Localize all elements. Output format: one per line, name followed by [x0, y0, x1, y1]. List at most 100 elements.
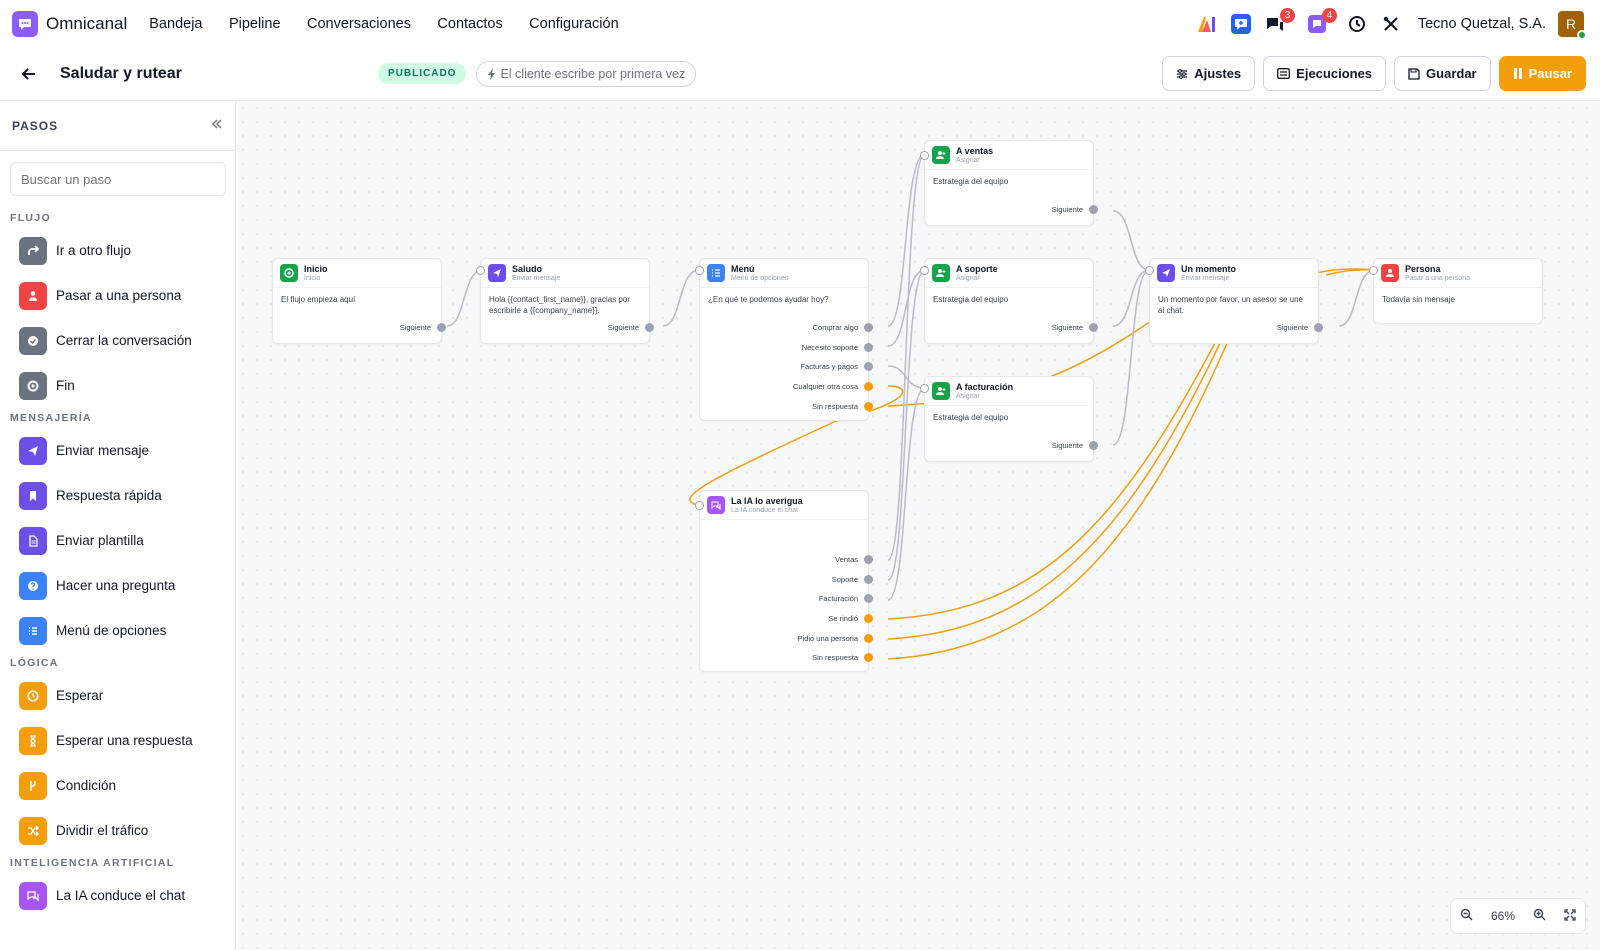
- output-handle[interactable]: [864, 614, 873, 623]
- tools-icon[interactable]: [1380, 13, 1402, 35]
- output-handle[interactable]: [864, 594, 873, 603]
- fit-view-icon[interactable]: [1564, 908, 1576, 924]
- step-item-redirect[interactable]: Ir a otro flujo: [0, 228, 235, 273]
- avatar[interactable]: R: [1558, 10, 1587, 40]
- output-handle[interactable]: [864, 634, 873, 643]
- output-label: Sin respuesta: [812, 402, 858, 411]
- node-a-facturacion[interactable]: A facturación Asignar Estrategia del equi…: [920, 376, 1098, 462]
- trigger-pill[interactable]: El cliente escribe por primera vez: [476, 60, 697, 87]
- output-handle[interactable]: [864, 382, 873, 391]
- step-item-document[interactable]: Enviar plantilla: [0, 518, 235, 563]
- node-subtitle: Enviar mensaje: [1181, 274, 1230, 282]
- step-item-list[interactable]: Menú de opciones: [0, 608, 235, 653]
- step-item-label: Esperar una respuesta: [56, 733, 193, 748]
- step-item-label: Enviar mensaje: [56, 443, 150, 458]
- pause-button[interactable]: Pausar: [1498, 56, 1586, 91]
- nav-contactos[interactable]: Contactos: [437, 16, 502, 32]
- step-item-person[interactable]: Pasar a una persona: [0, 273, 235, 318]
- input-handle[interactable]: [695, 501, 704, 510]
- node-persona[interactable]: Persona Pasar a una persona Todavía sin m…: [1369, 258, 1543, 324]
- input-handle[interactable]: [920, 384, 929, 393]
- output-handle[interactable]: [864, 653, 873, 662]
- app-name: Omnicanal: [46, 13, 128, 33]
- zoom-level: 66%: [1490, 909, 1515, 923]
- node-body: Estrategia del equipo: [933, 177, 1009, 186]
- output-handle[interactable]: [864, 323, 873, 332]
- input-handle[interactable]: [476, 266, 485, 275]
- step-item-label: Hacer una pregunta: [56, 578, 176, 593]
- step-item-check-circle[interactable]: Cerrar la conversación: [0, 318, 235, 363]
- output-handle[interactable]: [437, 323, 446, 332]
- step-search-input[interactable]: [10, 162, 226, 196]
- step-item-clock[interactable]: Esperar: [0, 673, 235, 718]
- step-item-stop[interactable]: Fin: [0, 363, 235, 408]
- pause-label: Pausar: [1528, 66, 1572, 81]
- input-handle[interactable]: [1369, 266, 1378, 275]
- notifications-icon[interactable]: 4: [1306, 7, 1337, 35]
- step-item-bookmark[interactable]: Respuesta rápida: [0, 473, 235, 518]
- edge: [446, 269, 484, 327]
- flow-canvas[interactable]: Inicio Inicio El flujo empieza aquí Sigui…: [236, 101, 1600, 950]
- node-inicio[interactable]: Inicio Inicio El flujo empieza aquí Sigui…: [272, 258, 446, 344]
- ai-logo-icon[interactable]: [1196, 13, 1218, 35]
- collapse-sidebar-icon[interactable]: [211, 117, 223, 135]
- node-menu[interactable]: Menú Menú de opciones ¿En qué te podemos …: [695, 258, 873, 421]
- step-item-label: Fin: [56, 378, 75, 393]
- back-arrow-icon[interactable]: [18, 63, 40, 85]
- nav-bandeja[interactable]: Bandeja: [149, 16, 202, 32]
- history-clock-icon[interactable]: [1346, 13, 1368, 35]
- node-title: Inicio: [304, 263, 328, 274]
- zoom-out-icon[interactable]: [1460, 908, 1473, 924]
- node-un-momento[interactable]: Un momento Enviar mensaje Un momento por …: [1145, 258, 1323, 344]
- output-handle[interactable]: [864, 362, 873, 371]
- output-label: Se rindió: [828, 614, 858, 623]
- output-handle[interactable]: [1089, 323, 1098, 332]
- node-header: A facturación Asignar: [925, 377, 1093, 406]
- support-chat-icon[interactable]: [1230, 13, 1252, 35]
- question-icon: [19, 571, 47, 600]
- step-item-question[interactable]: Hacer una pregunta: [0, 563, 235, 608]
- node-a-ventas[interactable]: A ventas Asignar Estrategia del equipo Si…: [920, 140, 1098, 226]
- main-nav: Bandeja Pipeline Conversaciones Contacto…: [149, 15, 640, 33]
- input-handle[interactable]: [920, 266, 929, 275]
- app-logo-icon[interactable]: [12, 10, 38, 37]
- input-handle[interactable]: [1145, 266, 1154, 275]
- runs-button[interactable]: Ejecuciones: [1263, 56, 1387, 91]
- conversations-icon[interactable]: 3: [1264, 7, 1295, 35]
- output-handle[interactable]: [864, 343, 873, 352]
- output-handle[interactable]: [864, 575, 873, 584]
- output-handle[interactable]: [864, 402, 873, 411]
- nav-configuracion[interactable]: Configuración: [529, 16, 618, 32]
- node-body: El flujo empieza aquí: [281, 295, 356, 304]
- output-handle[interactable]: [1089, 205, 1098, 214]
- nav-conversaciones[interactable]: Conversaciones: [307, 16, 411, 32]
- settings-button[interactable]: Ajustes: [1162, 56, 1256, 91]
- output-handle[interactable]: [645, 323, 654, 332]
- flow-title[interactable]: Saludar y rutear: [60, 65, 378, 83]
- node-saludo[interactable]: Saludo Enviar mensaje Hola {{contact_firs…: [476, 258, 654, 344]
- output-label: Siguiente: [607, 323, 639, 332]
- step-item-label: Ir a otro flujo: [56, 243, 132, 258]
- ai-chat-icon: [707, 496, 725, 514]
- node-body: Un momento por favor, un asesor se une a…: [1158, 295, 1303, 315]
- node-title: Un momento: [1181, 263, 1236, 274]
- nav-pipeline[interactable]: Pipeline: [229, 16, 281, 32]
- output-handle[interactable]: [1314, 323, 1323, 332]
- zoom-in-icon[interactable]: [1533, 908, 1546, 924]
- step-item-branch[interactable]: Condición: [0, 763, 235, 808]
- input-handle[interactable]: [695, 266, 704, 275]
- node-body: Estrategia del equipo: [933, 295, 1009, 304]
- save-button[interactable]: Guardar: [1394, 56, 1491, 91]
- output-handle[interactable]: [1089, 441, 1098, 450]
- step-item-shuffle[interactable]: Dividir el tráfico: [0, 808, 235, 853]
- node-a-soporte[interactable]: A soporte Asignar Estrategia del equipo S…: [920, 258, 1098, 344]
- step-item-hourglass[interactable]: Esperar una respuesta: [0, 718, 235, 763]
- input-handle[interactable]: [920, 151, 929, 160]
- output-handle[interactable]: [864, 555, 873, 564]
- trigger-text: El cliente escribe por primera vez: [500, 66, 686, 81]
- step-item-send[interactable]: Enviar mensaje: [0, 428, 235, 473]
- node-ia-averigua[interactable]: La IA lo averigua La IA conduce el chat V…: [695, 490, 873, 672]
- shuffle-icon: [19, 816, 47, 845]
- step-item-ai-chat[interactable]: La IA conduce el chat: [0, 873, 235, 918]
- company-name[interactable]: Tecno Quetzal, S.A.: [1418, 16, 1546, 32]
